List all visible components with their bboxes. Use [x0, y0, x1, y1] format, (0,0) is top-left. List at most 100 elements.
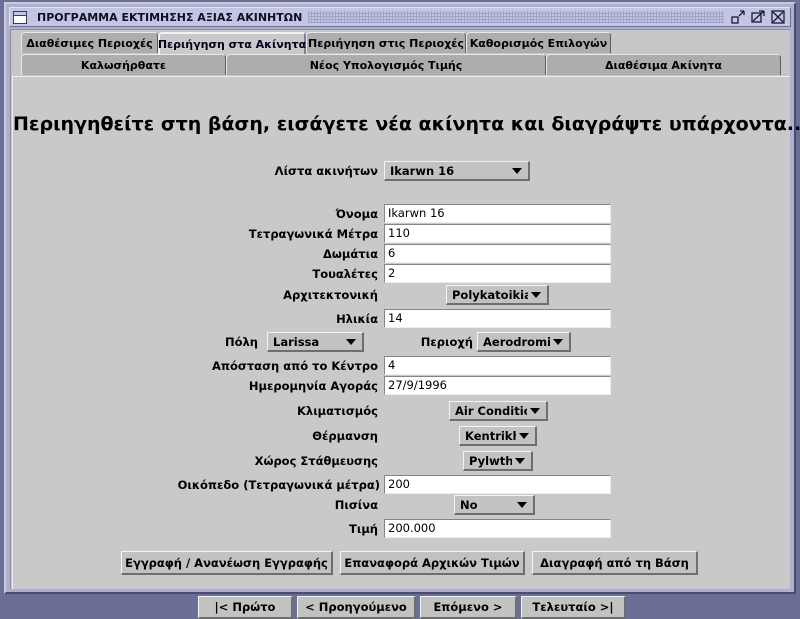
purchase-date-input[interactable]: 27/9/1996 [384, 376, 611, 395]
field-row-price: Τιμή 200.000 [13, 519, 791, 539]
button-label: Διαγραφή από τη Βάση [540, 555, 689, 570]
combobox-value: Ikarwn 16 [390, 163, 455, 178]
property-selector-combobox[interactable]: Ikarwn 16 [384, 161, 530, 181]
maximize-button[interactable] [750, 9, 766, 25]
distance-label: Απόσταση από το Κέντρο [211, 359, 378, 373]
reset-values-button[interactable]: Επαναφορά Αρχικών Τιμών [340, 551, 525, 575]
nav-previous-button[interactable]: < Προηγούμενο [297, 596, 416, 619]
field-row-parking: Χώρος Στάθμευσης Pylwth [13, 451, 791, 471]
sqm-input[interactable]: 110 [384, 224, 611, 243]
combobox-value: Air Condition [455, 403, 527, 418]
architecture-combobox[interactable]: Polykatoikia [446, 285, 549, 305]
wc-label: Τουαλέτες [312, 267, 378, 281]
field-row-sqm: Τετραγωνικά Μέτρα 110 [13, 224, 791, 244]
combobox-value: Aerodromio [483, 334, 550, 349]
tab-label: Διαθέσιμες Περιοχές [26, 36, 153, 50]
button-label: Επόμενο > [433, 600, 503, 614]
nav-first-button[interactable]: |< Πρώτο [198, 596, 293, 619]
combobox-value: Kentrikh [465, 428, 516, 443]
pool-combobox[interactable]: No [454, 495, 535, 515]
field-row-pool: Πισίνα No [13, 495, 791, 515]
rooms-input[interactable]: 6 [384, 244, 611, 263]
field-row-architecture: Αρχιτεκτονική Polykatoikia [13, 285, 791, 305]
tab-bar-primary: Διαθέσιμες Περιοχές Περιήγηση στα Ακίνητ… [11, 32, 791, 54]
area-combobox[interactable]: Aerodromio [477, 332, 571, 352]
title-bar: ΠΡΟΓΡΑΜΜΑ ΕΚΤΙΜΗΣΗΣ ΑΞΙΑΣ ΑΚΙΝΗΤΩΝ [9, 7, 791, 27]
plot-label: Οικόπεδο (Τετραγωνικά μέτρα) [177, 478, 380, 492]
wc-input[interactable]: 2 [384, 264, 611, 283]
chevron-down-icon [516, 432, 535, 439]
distance-input[interactable]: 4 [384, 356, 611, 375]
chevron-down-icon [527, 407, 546, 414]
tab-browse-properties[interactable]: Περιήγηση στα Ακίνητα [158, 32, 306, 54]
sqm-label: Τετραγωνικά Μέτρα [248, 227, 378, 241]
field-row-rooms: Δωμάτια 6 [13, 244, 791, 264]
page-title: Περιηγηθείτε στη βάση, εισάγετε νέα ακίν… [13, 113, 800, 135]
tab-label: Περιήγηση στις Περιοχές [308, 36, 464, 50]
nav-last-button[interactable]: Τελευταίο >| [521, 596, 626, 619]
property-selector-row: Λίστα ακινήτων Ikarwn 16 [13, 161, 791, 181]
city-combobox[interactable]: Larissa [267, 332, 364, 352]
chevron-down-icon [550, 338, 569, 345]
delete-record-button[interactable]: Διαγραφή από τη Βάση [532, 551, 698, 575]
area-label: Περιοχή [420, 335, 473, 349]
chevron-down-icon [343, 338, 362, 345]
pool-label: Πισίνα [334, 498, 378, 512]
field-row-aircon: Κλιματισμός Air Condition [13, 401, 791, 421]
aircon-label: Κλιματισμός [297, 404, 378, 418]
chevron-down-icon [528, 291, 547, 298]
field-row-plot: Οικόπεδο (Τετραγωνικά μέτρα) 200 [13, 475, 791, 495]
age-label: Ηλικία [336, 312, 378, 326]
combobox-value: Pylwth [469, 453, 512, 468]
combobox-value: Polykatoikia [452, 287, 528, 302]
nav-next-button[interactable]: Επόμενο > [420, 596, 517, 619]
window-title: ΠΡΟΓΡΑΜΜΑ ΕΚΤΙΜΗΣΗΣ ΑΞΙΑΣ ΑΚΙΝΗΤΩΝ [37, 10, 303, 24]
tab-label: Περιήγηση στα Ακίνητα [157, 37, 307, 51]
field-row-distance: Απόσταση από το Κέντρο 4 [13, 356, 791, 376]
heating-label: Θέρμανση [312, 429, 378, 443]
chevron-down-icon [514, 501, 533, 508]
application-window: ΠΡΟΓΡΑΜΜΑ ΕΚΤΙΜΗΣΗΣ ΑΞΙΑΣ ΑΚΙΝΗΤΩΝ Διαθέ… [4, 2, 800, 619]
tab-label: Καλωσήρθατε [80, 58, 167, 72]
tab-available-areas[interactable]: Διαθέσιμες Περιοχές [21, 32, 158, 53]
title-bar-texture [308, 11, 724, 23]
field-row-city-area: Πόλη Larissa Περιοχή Aerodromio [13, 332, 791, 352]
name-label: Όνομα [335, 207, 378, 221]
button-label: Τελευταίο >| [532, 600, 614, 614]
combobox-value: Larissa [273, 334, 320, 349]
tab-label: Καθορισμός Επιλογών [469, 36, 608, 50]
field-row-purchase-date: Ημερομηνία Αγοράς 27/9/1996 [13, 376, 791, 396]
tab-browse-areas[interactable]: Περιήγηση στις Περιοχές [306, 32, 466, 53]
price-input[interactable]: 200.000 [384, 519, 611, 538]
rooms-label: Δωμάτια [323, 247, 378, 261]
field-row-name: Όνομα Ikarwn 16 [13, 204, 791, 224]
button-label: Επαναφορά Αρχικών Τιμών [344, 555, 520, 570]
tab-bar-secondary: Καλωσήρθατε Νέος Υπολογισμός Τιμής Διαθέ… [11, 54, 791, 76]
name-input[interactable]: Ikarwn 16 [384, 204, 611, 223]
field-row-age: Ηλικία 14 [13, 309, 791, 329]
tab-define-options[interactable]: Καθορισμός Επιλογών [466, 32, 611, 53]
tab-new-price-calculation[interactable]: Νέος Υπολογισμός Τιμής [226, 54, 546, 75]
parking-label: Χώρος Στάθμευσης [254, 454, 378, 468]
aircon-combobox[interactable]: Air Condition [449, 401, 548, 421]
heating-combobox[interactable]: Kentrikh [459, 426, 537, 446]
architecture-label: Αρχιτεκτονική [283, 288, 378, 302]
browse-properties-panel: Περιηγηθείτε στη βάση, εισάγετε νέα ακίν… [12, 76, 800, 619]
button-label: |< Πρώτο [214, 600, 276, 614]
age-input[interactable]: 14 [384, 309, 611, 328]
field-row-heating: Θέρμανση Kentrikh [13, 426, 791, 446]
tab-label: Διαθέσιμα Ακίνητα [605, 58, 722, 72]
price-label: Τιμή [349, 522, 378, 536]
window-document-icon [13, 10, 27, 24]
plot-input[interactable]: 200 [384, 475, 611, 494]
tab-available-properties[interactable]: Διαθέσιμα Ακίνητα [546, 54, 781, 75]
parking-combobox[interactable]: Pylwth [463, 451, 533, 471]
minimize-button[interactable] [730, 9, 746, 25]
tab-welcome[interactable]: Καλωσήρθατε [21, 54, 226, 75]
field-row-wc: Τουαλέτες 2 [13, 264, 791, 284]
combobox-value: No [460, 497, 478, 512]
close-button[interactable] [770, 9, 786, 25]
property-selector-label: Λίστα ακινήτων [274, 164, 378, 178]
save-update-record-button[interactable]: Εγγραφή / Ανανέωση Εγγραφής [121, 551, 333, 575]
chevron-down-icon [509, 167, 528, 174]
